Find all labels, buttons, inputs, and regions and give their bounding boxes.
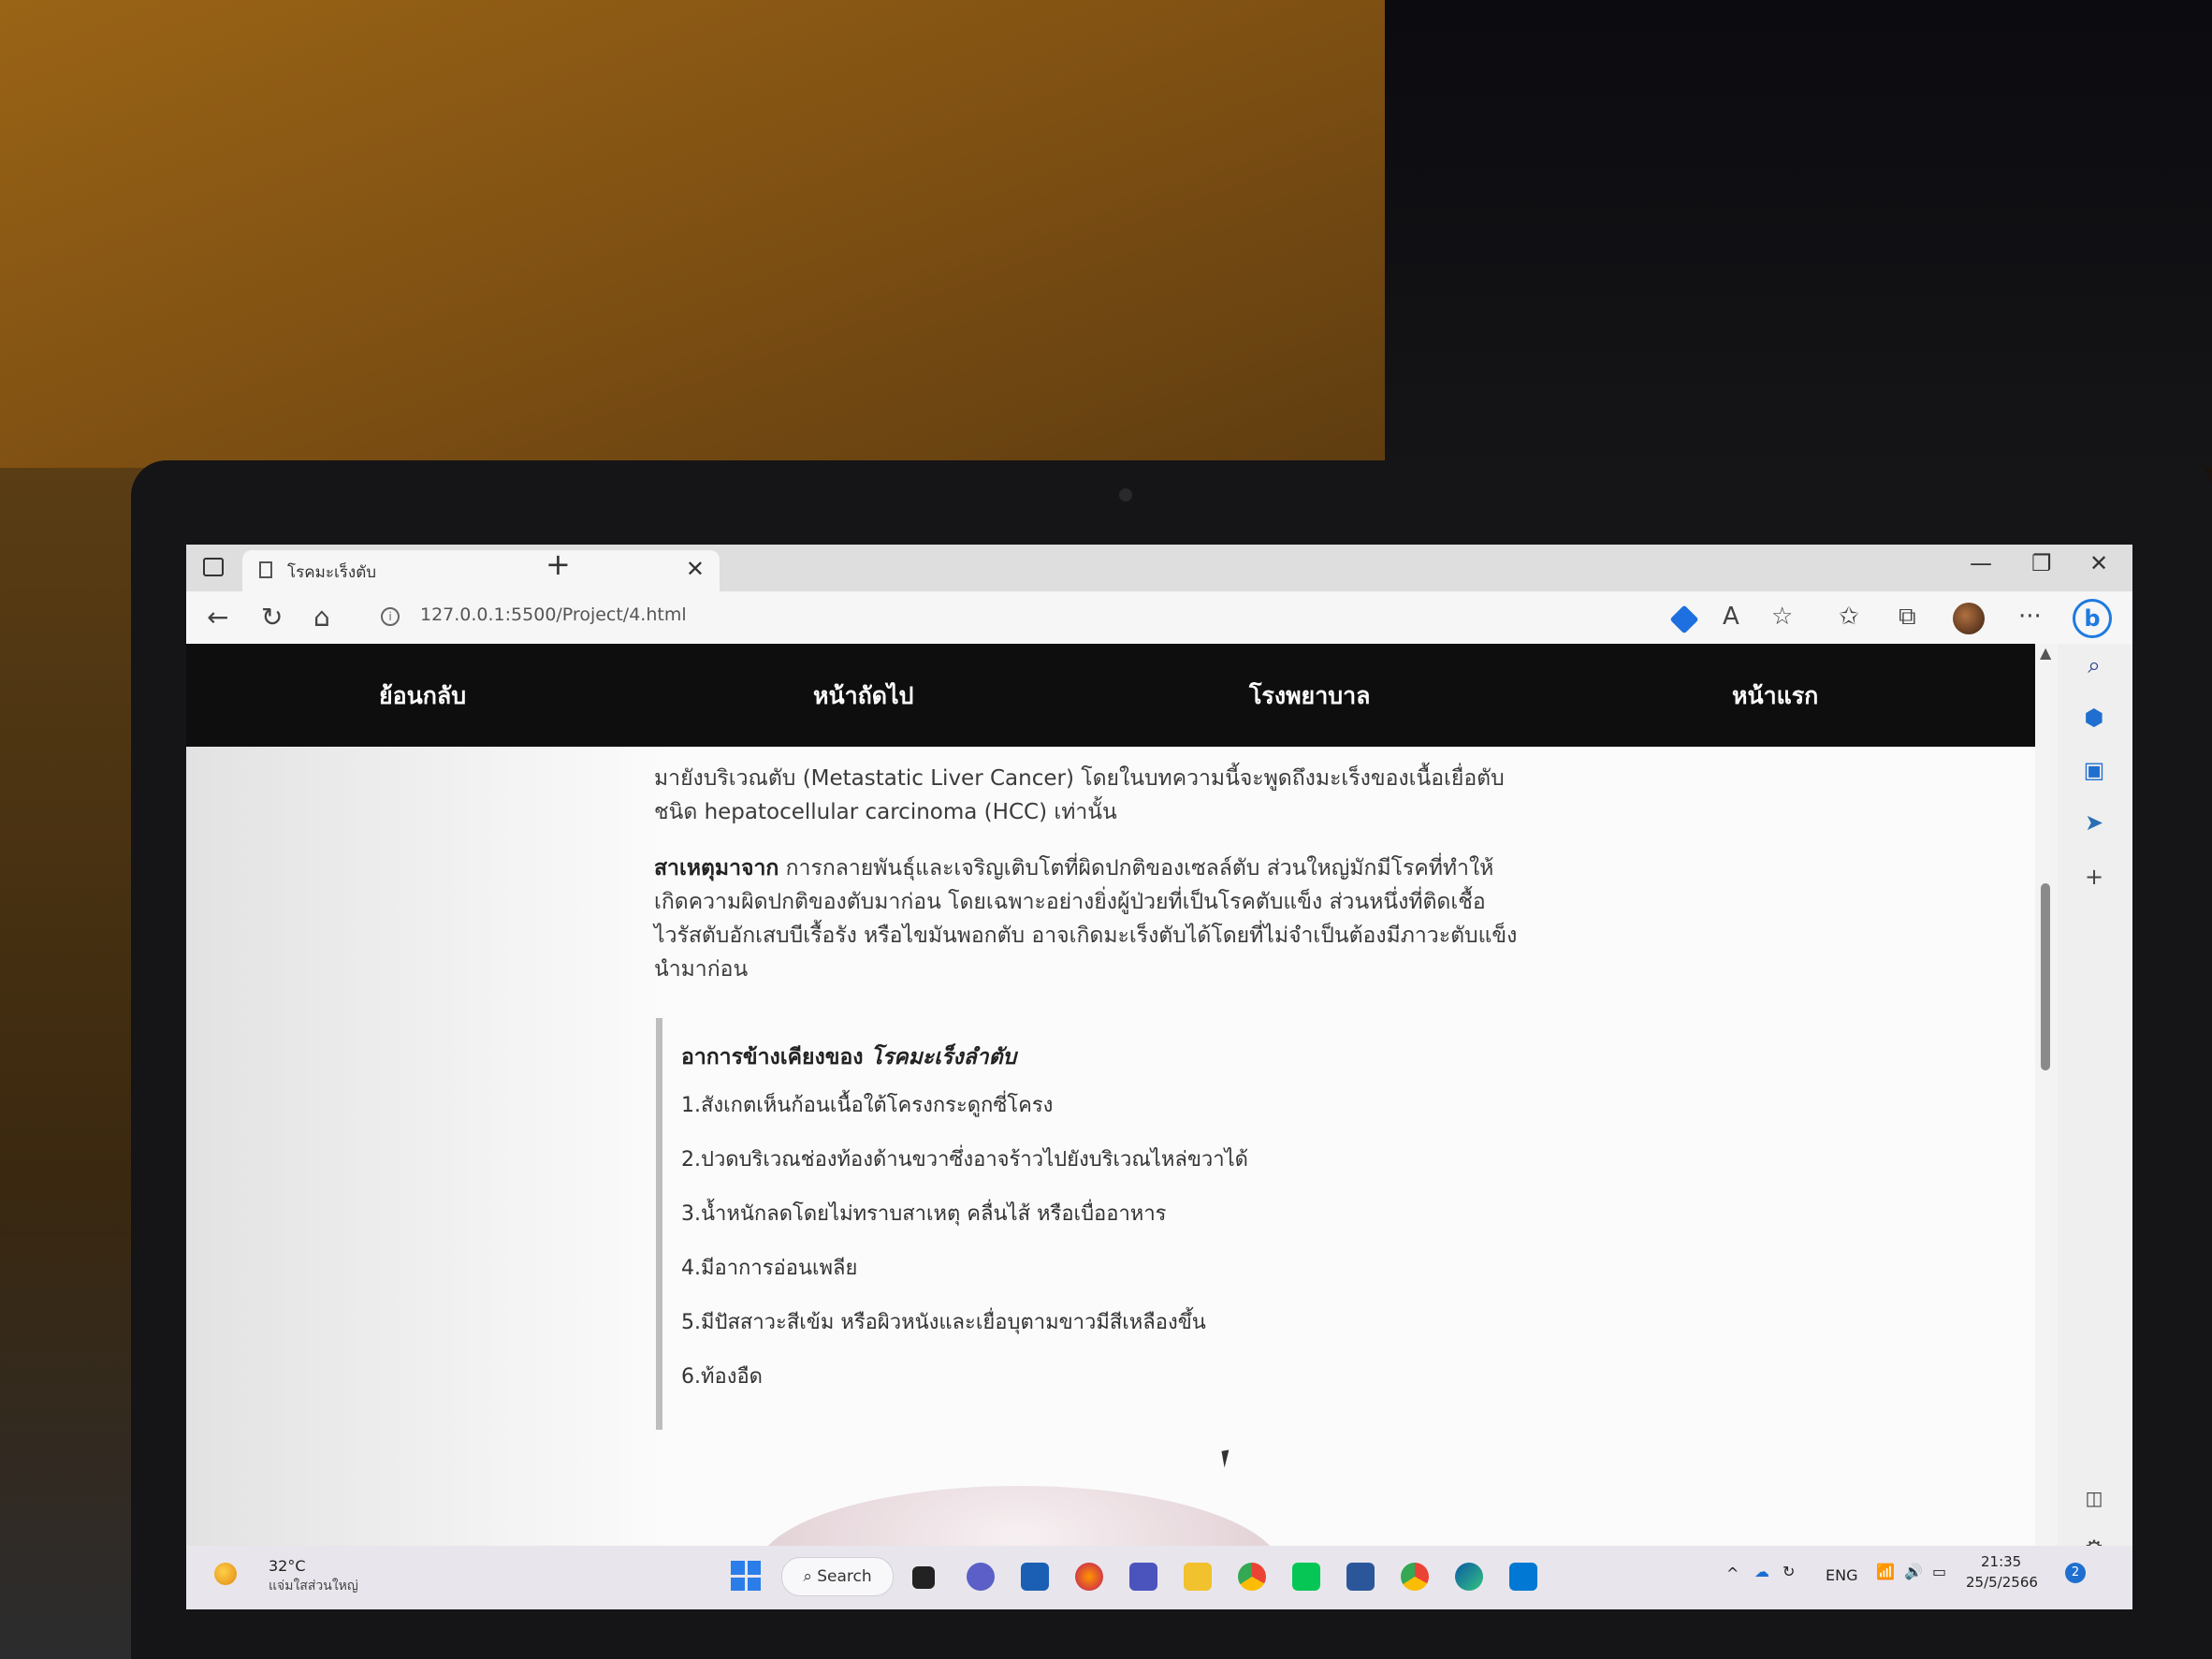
address-toolbar: ← ↻ ⌂ i 127.0.0.1:5500/Project/4.html A … xyxy=(186,591,2132,645)
nav-back-link[interactable]: ย้อนกลับ xyxy=(379,677,466,715)
article-body: มายังบริเวณตับ (Metastatic Liver Cancer)… xyxy=(654,762,1524,986)
page-icon xyxy=(259,561,272,578)
close-window-button[interactable]: ✕ xyxy=(2089,550,2108,576)
mail-icon[interactable] xyxy=(1021,1563,1049,1591)
address-bar[interactable]: 127.0.0.1:5500/Project/4.html xyxy=(420,604,687,625)
reload-icon[interactable]: ↻ xyxy=(261,601,283,634)
symptom-item: 4.มีอาการอ่อนเพลีย xyxy=(681,1257,858,1280)
tab-title: โรคมะเร็งตับ xyxy=(287,563,377,582)
start-button[interactable] xyxy=(731,1561,761,1591)
clock-date[interactable]: 25/5/2566 xyxy=(1966,1574,2038,1591)
article-intro: มายังบริเวณตับ (Metastatic Liver Cancer)… xyxy=(654,766,1505,824)
read-aloud-icon[interactable]: A xyxy=(1723,603,1739,631)
nav-next-link[interactable]: หน้าถัดไป xyxy=(813,677,913,715)
home-icon[interactable]: ⌂ xyxy=(313,601,330,634)
add-favorite-icon[interactable]: ☆ xyxy=(1771,603,1793,631)
symptom-item: 3.น้ำหนักลดโดยไม่ทราบสาเหตุ คลื่นไส้ หรื… xyxy=(681,1202,1167,1226)
collections-icon[interactable]: ⧉ xyxy=(1899,603,1916,632)
search-icon: ⌕ xyxy=(803,1567,818,1586)
edge-icon[interactable] xyxy=(1455,1563,1483,1591)
symptoms-heading: อาการข้างเคียงของ โรคมะเร็งลำตับ xyxy=(681,1045,1017,1070)
chrome-icon[interactable] xyxy=(1238,1563,1266,1591)
minimize-button[interactable]: — xyxy=(1970,550,1992,576)
symptom-item: 5.มีปัสสาวะสีเข้ม หรือผิวหนังและเยื่อบุต… xyxy=(681,1311,1206,1334)
page-backdrop xyxy=(186,644,673,1609)
language-indicator[interactable]: ENG xyxy=(1826,1566,1857,1584)
mouse-cursor-icon xyxy=(1221,1449,1232,1468)
file-explorer-icon[interactable] xyxy=(1184,1563,1212,1591)
clock-time[interactable]: 21:35 xyxy=(1981,1553,2021,1570)
profile-avatar[interactable] xyxy=(1953,603,1985,634)
symptom-item: 6.ท้องอืด xyxy=(681,1365,763,1389)
taskbar-search[interactable]: ⌕ Search xyxy=(781,1557,894,1596)
bing-chat-icon[interactable]: b xyxy=(2073,599,2112,638)
background-wall xyxy=(0,0,1394,524)
tab-actions-icon[interactable] xyxy=(203,558,224,576)
background-monitor xyxy=(1385,0,2212,468)
article-cause: สาเหตุมาจาก การกลายพันธุ์และเจริญเติบโตท… xyxy=(654,851,1524,986)
weather-temp: 32°C xyxy=(269,1557,306,1575)
weather-desc: แจ่มใสส่วนใหญ่ xyxy=(269,1579,358,1594)
battery-icon[interactable]: ▭ xyxy=(1932,1563,1946,1580)
nav-home-link[interactable]: หน้าแรก xyxy=(1732,677,1818,715)
firefox-icon[interactable] xyxy=(1075,1563,1103,1591)
scroll-up-icon[interactable]: ▲ xyxy=(2040,644,2051,662)
telegram-icon[interactable]: ➤ xyxy=(2082,810,2106,835)
hide-sidebar-icon[interactable]: ◫ xyxy=(2082,1486,2106,1510)
teams-icon[interactable] xyxy=(1129,1563,1157,1591)
webcam xyxy=(1119,488,1132,502)
tab-strip: โรคมะเร็งตับ ✕ + — ❐ ✕ xyxy=(186,545,2132,591)
notification-badge[interactable]: 2 xyxy=(2065,1563,2086,1583)
task-view-icon[interactable] xyxy=(912,1566,935,1589)
search-icon[interactable]: ⌕ xyxy=(2082,653,2106,677)
weather-icon[interactable] xyxy=(214,1563,237,1585)
browser-tab[interactable]: โรคมะเร็งตับ ✕ xyxy=(242,550,720,591)
edge-sidebar: ⌕ ⬢ ▣ ➤ + ◫ ⚙ xyxy=(2058,644,2132,1609)
page-scrollbar[interactable]: ▲ ▼ xyxy=(2035,644,2058,1609)
site-info-icon[interactable]: i xyxy=(381,607,400,626)
add-sidebar-icon[interactable]: + xyxy=(2082,865,2106,889)
sync-icon[interactable]: ↻ xyxy=(1783,1563,1795,1580)
favorites-icon[interactable]: ✩ xyxy=(1839,603,1859,631)
new-tab-button[interactable]: + xyxy=(546,546,571,582)
more-menu-icon[interactable]: ··· xyxy=(2018,603,2042,631)
line-icon[interactable] xyxy=(1292,1563,1320,1591)
web-page: ย้อนกลับ หน้าถัดไป โรงพยาบาล หน้าแรก มาย… xyxy=(186,644,2035,1609)
symptoms-blockquote: อาการข้างเคียงของ โรคมะเร็งลำตับ 1.สังเก… xyxy=(656,1018,1404,1430)
site-navbar: ย้อนกลับ หน้าถัดไป โรงพยาบาล หน้าแรก xyxy=(186,644,2035,747)
tools-icon[interactable]: ⬢ xyxy=(2082,706,2106,730)
symptom-item: 1.สังเกตเห็นก้อนเนื้อใต้โครงกระดูกซี่โคร… xyxy=(681,1094,1054,1117)
back-icon[interactable]: ← xyxy=(207,601,228,634)
volume-icon[interactable]: 🔊 xyxy=(1904,1563,1923,1580)
tray-chevron-icon[interactable]: ^ xyxy=(1726,1564,1739,1582)
scroll-thumb[interactable] xyxy=(2041,883,2050,1070)
maximize-button[interactable]: ❐ xyxy=(2031,550,2052,576)
windows-taskbar: 32°C แจ่มใสส่วนใหญ่ ⌕ Search ^ ☁ ↻ ENG 📶… xyxy=(186,1546,2132,1609)
symptoms-heading-em: โรคมะเร็งลำตับ xyxy=(870,1045,1017,1070)
word-icon[interactable] xyxy=(1346,1563,1375,1591)
symptom-item: 2.ปวดบริเวณช่องท้องด้านขวาซึ่งอาจร้าวไปย… xyxy=(681,1148,1248,1171)
wifi-icon[interactable]: 📶 xyxy=(1876,1563,1895,1580)
nav-hospital-link[interactable]: โรงพยาบาล xyxy=(1249,677,1370,715)
shopping-tag-icon[interactable] xyxy=(1669,604,1699,634)
teams-chat-icon[interactable] xyxy=(967,1563,995,1591)
tab-close-icon[interactable]: ✕ xyxy=(686,556,705,582)
vscode-icon[interactable] xyxy=(1509,1563,1537,1591)
cause-label: สาเหตุมาจาก xyxy=(654,856,779,880)
outlook-icon[interactable]: ▣ xyxy=(2082,758,2106,782)
onedrive-icon[interactable]: ☁ xyxy=(1754,1563,1769,1580)
laptop-screen: โรคมะเร็งตับ ✕ + — ❐ ✕ ← ↻ ⌂ i 127.0.0.1… xyxy=(186,545,2132,1609)
cause-text: การกลายพันธุ์และเจริญเติบโตที่ผิดปกติของ… xyxy=(654,856,1518,982)
chrome-profile-icon[interactable] xyxy=(1401,1563,1429,1591)
